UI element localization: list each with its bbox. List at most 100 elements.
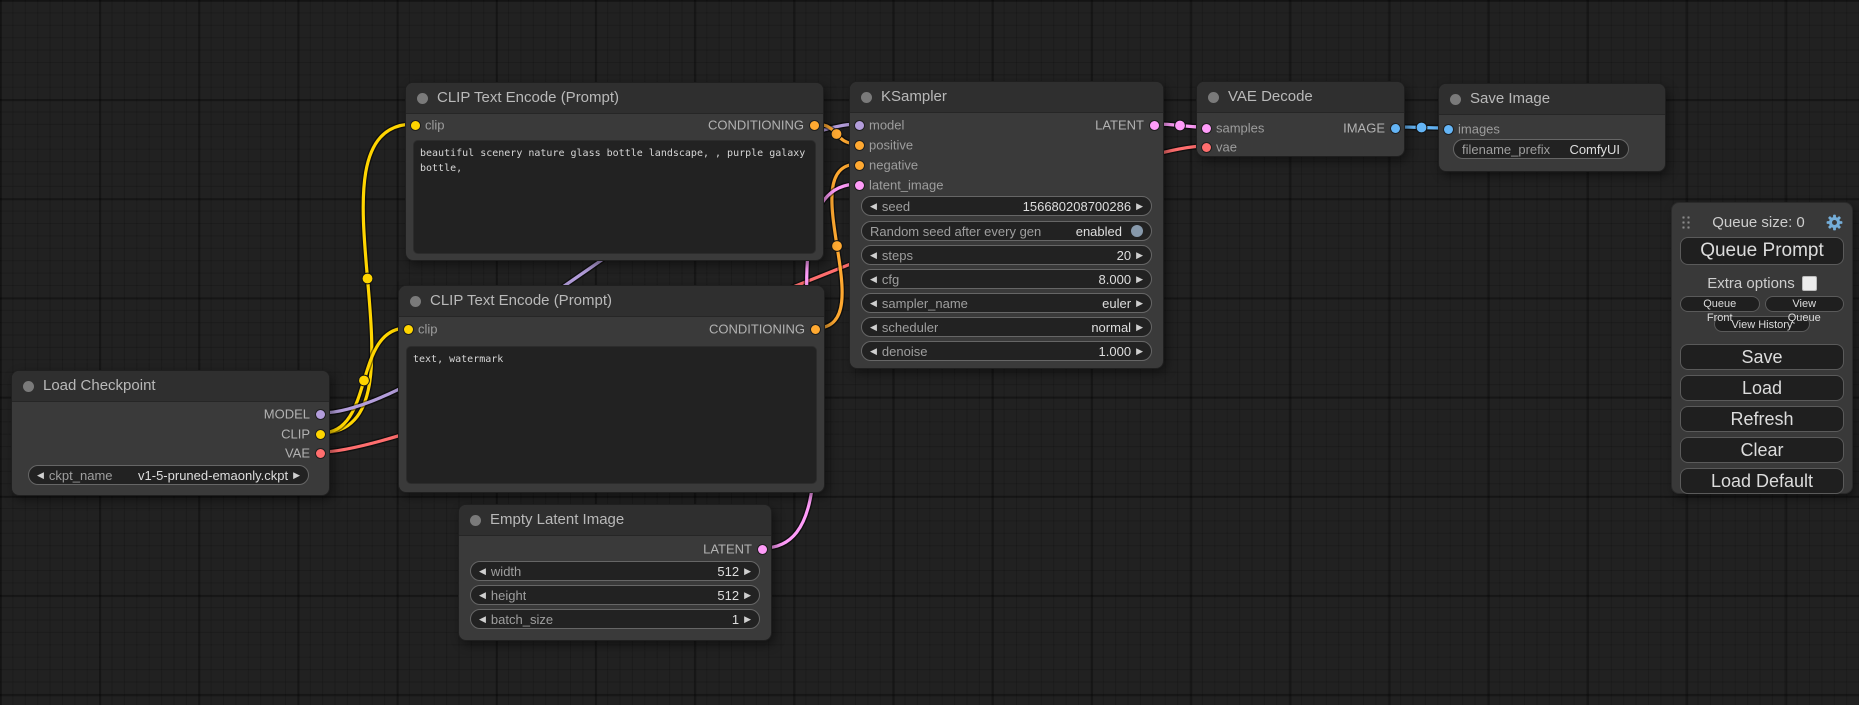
collapse-dot-icon[interactable] — [861, 92, 872, 103]
output-port-LATENT[interactable] — [1150, 121, 1159, 130]
increment-arrow-icon[interactable]: ▶ — [1136, 251, 1143, 260]
decrement-arrow-icon[interactable]: ◀ — [870, 251, 877, 260]
output-port-MODEL[interactable] — [316, 410, 325, 419]
load-default-button[interactable]: Load Default — [1680, 468, 1844, 494]
node-titlebar[interactable]: Save Image — [1439, 84, 1665, 115]
widget-steps[interactable]: ◀steps20▶ — [861, 245, 1152, 265]
output-port-CONDITIONING[interactable] — [810, 121, 819, 130]
collapse-dot-icon[interactable] — [417, 93, 428, 104]
clear-button[interactable]: Clear — [1680, 437, 1844, 463]
input-port-positive[interactable] — [855, 141, 864, 150]
node-save-image[interactable]: Save Imageimagesfilename_prefixComfyUI — [1438, 83, 1666, 172]
output-port-VAE[interactable] — [316, 449, 325, 458]
collapse-dot-icon[interactable] — [1450, 94, 1461, 105]
node-graph-canvas[interactable]: Load CheckpointMODELCLIPVAE◀ckpt_namev1-… — [0, 0, 1859, 705]
node-titlebar[interactable]: CLIP Text Encode (Prompt) — [406, 83, 823, 114]
output-port-LATENT[interactable] — [758, 545, 767, 554]
gear-icon[interactable] — [1825, 213, 1844, 232]
widget-width[interactable]: ◀width512▶ — [470, 561, 760, 581]
increment-arrow-icon[interactable]: ▶ — [744, 591, 751, 600]
increment-arrow-icon[interactable]: ▶ — [293, 471, 300, 480]
widget-denoise[interactable]: ◀denoise1.000▶ — [861, 341, 1152, 361]
decrement-arrow-icon[interactable]: ◀ — [870, 275, 877, 284]
decrement-arrow-icon[interactable]: ◀ — [37, 471, 44, 480]
collapse-dot-icon[interactable] — [410, 296, 421, 307]
decrement-arrow-icon[interactable]: ◀ — [870, 299, 877, 308]
node-title: VAE Decode — [1228, 82, 1313, 112]
increment-arrow-icon[interactable]: ▶ — [744, 567, 751, 576]
drag-handle-icon[interactable] — [1680, 214, 1692, 230]
prompt-textarea[interactable]: beautiful scenery nature glass bottle la… — [413, 140, 816, 254]
save-button[interactable]: Save — [1680, 344, 1844, 370]
node-clip-text-encode-prompt[interactable]: CLIP Text Encode (Prompt)clipCONDITIONIN… — [398, 285, 825, 493]
output-port-CLIP[interactable] — [316, 430, 325, 439]
widget-sampler-name[interactable]: ◀sampler_nameeuler▶ — [861, 293, 1152, 313]
decrement-arrow-icon[interactable]: ◀ — [479, 591, 486, 600]
node-vae-decode[interactable]: VAE DecodesamplesvaeIMAGE — [1196, 81, 1405, 157]
refresh-button[interactable]: Refresh — [1680, 406, 1844, 432]
node-ksampler[interactable]: KSamplermodelpositivenegativelatent_imag… — [849, 81, 1164, 369]
node-empty-latent-image[interactable]: Empty Latent ImageLATENT◀width512▶◀heigh… — [458, 504, 772, 641]
link-midpoint-dot[interactable] — [1416, 122, 1427, 133]
input-port-negative[interactable] — [855, 161, 864, 170]
increment-arrow-icon[interactable]: ▶ — [1136, 323, 1143, 332]
widget-batch-size[interactable]: ◀ batch_size 1 ▶ — [470, 609, 760, 629]
widget-label: batch_size — [491, 612, 553, 627]
queue-panel: Queue size: 0 Queue Prompt Extra options… — [1671, 202, 1853, 494]
widget-label: filename_prefix — [1462, 142, 1550, 157]
extra-options-checkbox[interactable] — [1802, 276, 1817, 291]
node-clip-text-encode-prompt[interactable]: CLIP Text Encode (Prompt)clipCONDITIONIN… — [405, 82, 824, 261]
increment-arrow-icon[interactable]: ▶ — [744, 615, 751, 624]
input-port-samples[interactable] — [1202, 124, 1211, 133]
collapse-dot-icon[interactable] — [470, 515, 481, 526]
link-midpoint-dot[interactable] — [832, 241, 843, 252]
view-queue-button[interactable]: View Queue — [1765, 296, 1845, 312]
widget-value: 512 — [717, 588, 739, 603]
widget-random-seed-after-every-gen[interactable]: Random seed after every genenabled — [861, 221, 1152, 241]
output-port-CONDITIONING[interactable] — [811, 325, 820, 334]
increment-arrow-icon[interactable]: ▶ — [1136, 347, 1143, 356]
increment-arrow-icon[interactable]: ▶ — [1136, 202, 1143, 211]
link-midpoint-dot[interactable] — [1175, 120, 1186, 131]
decrement-arrow-icon[interactable]: ◀ — [479, 615, 486, 624]
decrement-arrow-icon[interactable]: ◀ — [870, 347, 877, 356]
node-titlebar[interactable]: CLIP Text Encode (Prompt) — [399, 286, 824, 317]
decrement-arrow-icon[interactable]: ◀ — [479, 567, 486, 576]
input-port-images[interactable] — [1444, 125, 1453, 134]
increment-arrow-icon[interactable]: ▶ — [1136, 275, 1143, 284]
link-midpoint-dot[interactable] — [359, 375, 370, 386]
decrement-arrow-icon[interactable]: ◀ — [870, 323, 877, 332]
node-titlebar[interactable]: KSampler — [850, 82, 1163, 113]
collapse-dot-icon[interactable] — [1208, 92, 1219, 103]
node-titlebar[interactable]: Empty Latent Image — [459, 505, 771, 536]
widget-seed[interactable]: ◀seed156680208700286▶ — [861, 196, 1152, 216]
load-button[interactable]: Load — [1680, 375, 1844, 401]
decrement-arrow-icon[interactable]: ◀ — [870, 202, 877, 211]
extra-options-label: Extra options — [1707, 275, 1795, 292]
output-port-IMAGE[interactable] — [1391, 124, 1400, 133]
collapse-dot-icon[interactable] — [23, 381, 34, 392]
input-port-vae[interactable] — [1202, 143, 1211, 152]
widget-ckpt-name[interactable]: ◀ckpt_namev1-5-pruned-emaonly.ckpt▶ — [28, 465, 309, 485]
prompt-textarea[interactable]: text, watermark — [406, 346, 817, 484]
link-midpoint-dot[interactable] — [362, 273, 373, 284]
increment-arrow-icon[interactable]: ▶ — [1136, 299, 1143, 308]
widget-value: euler — [1102, 296, 1131, 311]
widget-height[interactable]: ◀height512▶ — [470, 585, 760, 605]
input-port-clip[interactable] — [404, 325, 413, 334]
queue-prompt-button[interactable]: Queue Prompt — [1680, 237, 1844, 265]
queue-front-button[interactable]: Queue Front — [1680, 296, 1760, 312]
input-port-model[interactable] — [855, 121, 864, 130]
widget-filename-prefix[interactable]: filename_prefixComfyUI — [1453, 139, 1629, 159]
input-port-clip[interactable] — [411, 121, 420, 130]
node-load-checkpoint[interactable]: Load CheckpointMODELCLIPVAE◀ckpt_namev1-… — [11, 370, 330, 496]
input-port-latent_image[interactable] — [855, 181, 864, 190]
widget-cfg[interactable]: ◀cfg8.000▶ — [861, 269, 1152, 289]
input-port-label: model — [869, 118, 904, 133]
node-titlebar[interactable]: Load Checkpoint — [12, 371, 329, 402]
widget-scheduler[interactable]: ◀schedulernormal▶ — [861, 317, 1152, 337]
node-titlebar[interactable]: VAE Decode — [1197, 82, 1404, 113]
toggle-knob[interactable] — [1131, 225, 1143, 237]
link-midpoint-dot[interactable] — [831, 129, 842, 140]
widget-value: 1 — [732, 612, 739, 627]
